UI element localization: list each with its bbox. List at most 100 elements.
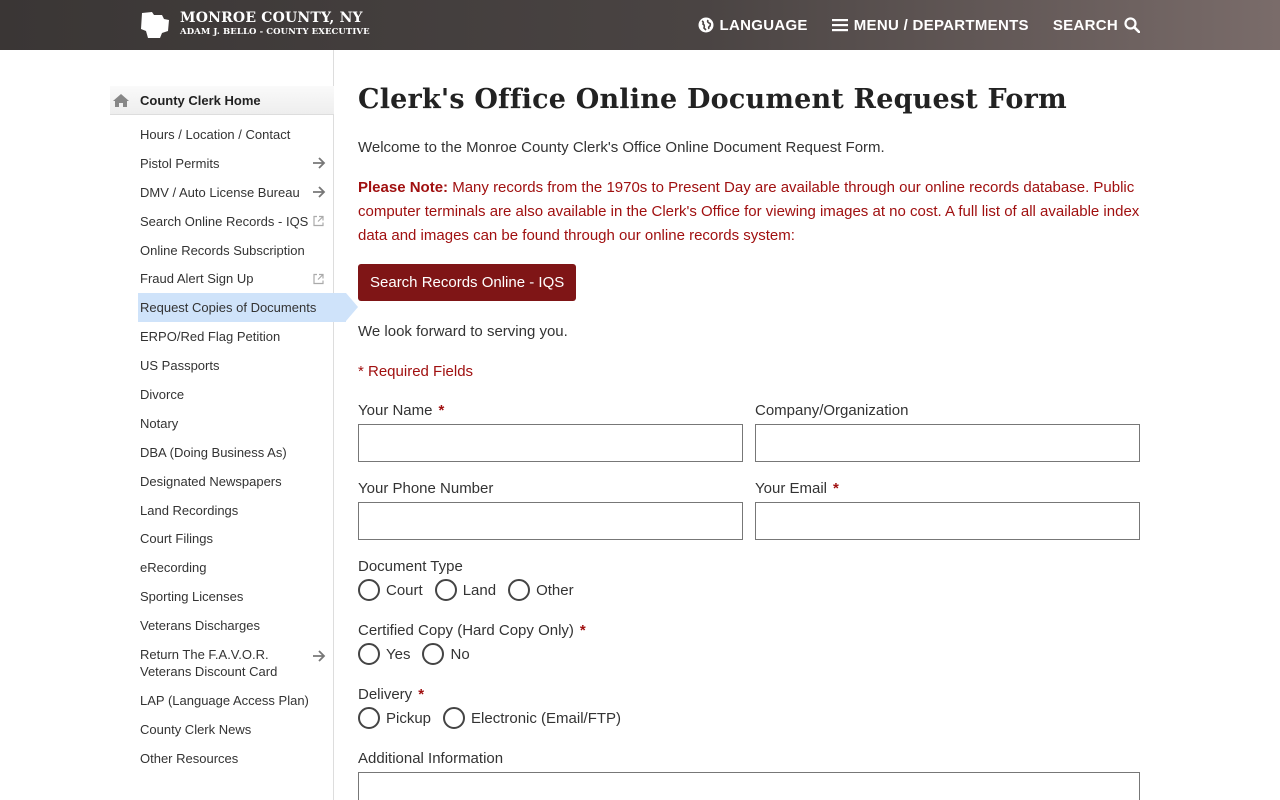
company-input[interactable] xyxy=(755,424,1140,462)
sidebar-item-label: Sporting Licenses xyxy=(140,589,244,605)
name-input[interactable] xyxy=(358,424,743,462)
search-icon xyxy=(1124,17,1140,33)
search-label: SEARCH xyxy=(1052,16,1118,34)
please-note-text: Many records from the 1970s to Present D… xyxy=(358,179,1140,244)
radio-circle[interactable] xyxy=(422,643,445,665)
sidebar-item-search-online-records[interactable]: Search Online Records - IQS xyxy=(140,207,334,236)
sidebar-item-label: Return The F.A.V.O.R. Veterans Discount … xyxy=(140,647,278,680)
sidebar-item-land-recordings[interactable]: Land Recordings xyxy=(140,496,334,525)
radio-circle[interactable] xyxy=(443,707,466,729)
name-label-text: Your Name xyxy=(358,402,433,419)
language-menu[interactable]: LANGUAGE xyxy=(698,17,808,34)
radio-label: Pickup xyxy=(386,709,432,727)
site-header: MONROE COUNTY, NY ADAM J. BELLO - COUNTY… xyxy=(0,0,1280,50)
please-note: Please Note: Many records from the 1970s… xyxy=(358,176,1140,248)
radio-label: Court xyxy=(386,581,423,599)
sidebar-item-request-copies[interactable]: Request Copies of Documents xyxy=(138,293,358,323)
phone-label-text: Your Phone Number xyxy=(358,480,494,497)
welcome-text: Welcome to the Monroe County Clerk's Off… xyxy=(358,139,885,156)
sidebar-item-label: eRecording xyxy=(140,560,207,576)
additional-info-textarea[interactable] xyxy=(358,772,1140,800)
radio-circle[interactable] xyxy=(358,643,380,665)
search-records-online-button[interactable]: Search Records Online - IQS xyxy=(358,264,577,301)
sidebar-item-label: Designated Newspapers xyxy=(140,473,282,489)
menu-label: MENU / DEPARTMENTS xyxy=(853,16,1029,34)
required-star: * xyxy=(579,622,586,639)
sidebar-item-divorce[interactable]: Divorce xyxy=(140,380,334,409)
radio-circle[interactable] xyxy=(358,707,380,729)
forward-text: We look forward to serving you. xyxy=(358,323,568,340)
external-link-icon xyxy=(313,216,324,227)
sidebar-item-pistol-permits[interactable]: Pistol Permits xyxy=(140,149,334,178)
county-logo-link[interactable]: MONROE COUNTY, NY ADAM J. BELLO - COUNTY… xyxy=(140,10,370,39)
document-type-court-radio[interactable]: Court xyxy=(358,579,423,601)
sidebar-item-hours[interactable]: Hours / Location / Contact xyxy=(140,120,334,149)
delivery-electronic-radio[interactable]: Electronic (Email/FTP) xyxy=(443,707,621,729)
document-type-radios: Court Land Other xyxy=(358,579,586,601)
sidebar-item-court-filings[interactable]: Court Filings xyxy=(140,524,334,553)
sidebar-item-online-records-subscription[interactable]: Online Records Subscription xyxy=(140,236,334,265)
sidebar-item-erecording[interactable]: eRecording xyxy=(140,553,334,582)
page-title: Clerk's Office Online Document Request F… xyxy=(358,84,1067,115)
arrow-right-icon xyxy=(313,650,326,662)
sidebar-item-favor-card[interactable]: Return The F.A.V.O.R. Veterans Discount … xyxy=(140,640,334,686)
radio-circle[interactable] xyxy=(508,579,531,601)
sidebar-item-fraud-alert[interactable]: Fraud Alert Sign Up xyxy=(140,264,334,293)
sidebar-item-label: Divorce xyxy=(140,386,185,402)
sidebar-item-dmv[interactable]: DMV / Auto License Bureau xyxy=(140,178,334,207)
sidebar-item-label: DBA (Doing Business As) xyxy=(140,444,287,460)
document-type-land-radio[interactable]: Land xyxy=(434,579,497,601)
sidebar-item-designated-newspapers[interactable]: Designated Newspapers xyxy=(140,467,334,496)
sidebar-item-label: LAP (Language Access Plan) xyxy=(140,692,309,708)
document-type-label: Document Type xyxy=(358,558,463,575)
sidebar-item-label: Fraud Alert Sign Up xyxy=(140,271,254,287)
sidebar-item-home[interactable]: County Clerk Home xyxy=(110,86,334,115)
certified-copy-label: Certified Copy (Hard Copy Only) * xyxy=(358,622,586,639)
sidebar-item-label: Search Online Records - IQS xyxy=(140,213,309,229)
sidebar-item-notary[interactable]: Notary xyxy=(140,409,334,438)
sidebar-home-label: County Clerk Home xyxy=(140,92,261,108)
phone-label: Your Phone Number xyxy=(358,480,493,497)
arrow-right-icon xyxy=(313,186,326,198)
phone-input[interactable] xyxy=(358,502,743,540)
company-label-text: Company/Organization xyxy=(755,402,909,419)
external-link-icon xyxy=(313,273,324,284)
search-toggle[interactable]: SEARCH xyxy=(1053,17,1140,34)
sidebar-item-label: DMV / Auto License Bureau xyxy=(140,184,300,200)
sidebar-item-label: US Passports xyxy=(140,358,220,374)
arrow-right-icon xyxy=(313,157,326,169)
sidebar-item-label: Request Copies of Documents xyxy=(140,300,317,316)
sidebar-item-dba[interactable]: DBA (Doing Business As) xyxy=(140,438,334,467)
globe-icon xyxy=(698,17,713,33)
required-star: * xyxy=(438,402,445,419)
sidebar-item-sporting-licenses[interactable]: Sporting Licenses xyxy=(140,582,334,611)
sidebar-item-veterans-discharges[interactable]: Veterans Discharges xyxy=(140,611,334,640)
radio-label: Land xyxy=(462,581,497,599)
sidebar-item-lap[interactable]: LAP (Language Access Plan) xyxy=(140,686,334,715)
sidebar-item-other-resources[interactable]: Other Resources xyxy=(140,744,334,773)
home-icon xyxy=(113,94,129,107)
sidebar-item-erpo[interactable]: ERPO/Red Flag Petition xyxy=(140,322,334,351)
delivery-pickup-radio[interactable]: Pickup xyxy=(358,707,431,729)
please-note-label: Please Note: xyxy=(358,179,449,196)
name-label: Your Name * xyxy=(358,402,444,419)
sidebar-item-county-clerk-news[interactable]: County Clerk News xyxy=(140,715,334,744)
certified-yes-radio[interactable]: Yes xyxy=(358,643,410,665)
additional-info-label-text: Additional Information xyxy=(358,750,504,767)
radio-circle[interactable] xyxy=(358,579,380,601)
hamburger-icon xyxy=(831,19,848,32)
radio-circle[interactable] xyxy=(434,579,457,601)
certified-no-radio[interactable]: No xyxy=(422,643,470,665)
delivery-label-text: Delivery xyxy=(358,686,413,703)
menu-departments[interactable]: MENU / DEPARTMENTS xyxy=(831,16,1029,34)
county-executive: ADAM J. BELLO - COUNTY EXECUTIVE xyxy=(180,27,370,37)
sidebar-item-label: Veterans Discharges xyxy=(140,618,260,634)
sidebar-item-us-passports[interactable]: US Passports xyxy=(140,351,334,380)
county-map-icon xyxy=(141,12,169,38)
sidebar-nav-list: Hours / Location / Contact Pistol Permit… xyxy=(138,120,358,773)
required-star: * xyxy=(418,686,425,703)
document-type-other-radio[interactable]: Other xyxy=(508,579,574,601)
delivery-label: Delivery * xyxy=(358,686,424,703)
radio-label: Electronic (Email/FTP) xyxy=(471,709,622,727)
email-input[interactable] xyxy=(755,502,1140,540)
